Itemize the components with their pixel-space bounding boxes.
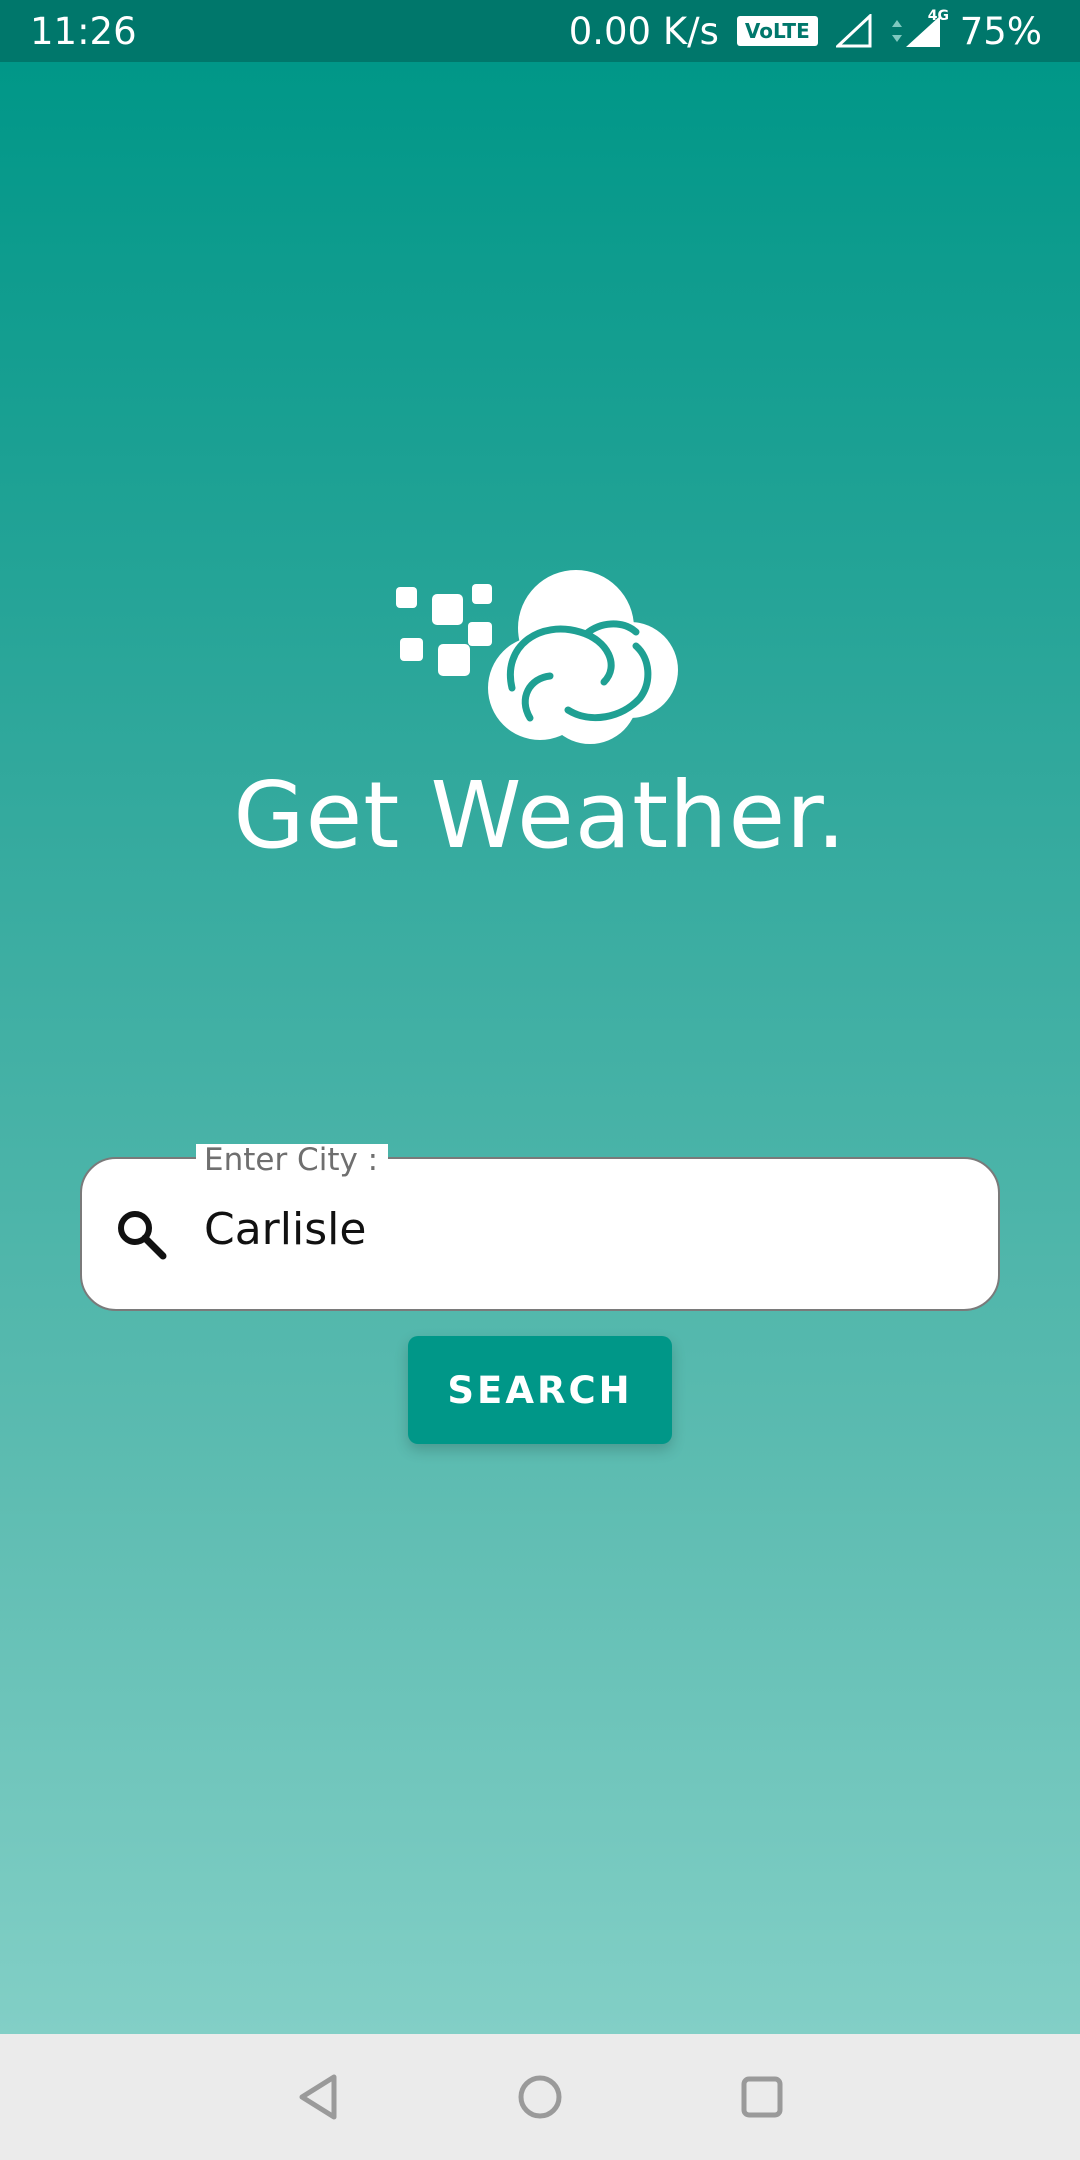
- main-area: [0, 62, 1080, 2034]
- signal-outline-icon: [835, 14, 872, 48]
- signal-4g-group: 4G: [890, 8, 949, 48]
- city-input-label-text: Enter City :: [204, 1142, 379, 1178]
- app-screen: 11:26 0.00 K/s VoLTE 4G 75% Get Weather.…: [0, 0, 1080, 2160]
- battery-percent: 75%: [959, 9, 1042, 53]
- navigation-bar: [0, 2034, 1080, 2160]
- city-input-value[interactable]: Carlisle: [204, 1198, 366, 1262]
- cloud-logo-icon: [396, 570, 678, 744]
- search-icon: [118, 1211, 167, 1260]
- city-input-label: Enter City :: [196, 1142, 389, 1178]
- status-time: 11:26: [30, 9, 137, 53]
- status-indicators: 0.00 K/s VoLTE 4G 75%: [568, 8, 1042, 53]
- home-circle-icon[interactable]: [510, 2067, 570, 2127]
- status-bar: 11:26 0.00 K/s VoLTE 4G 75%: [0, 0, 1080, 62]
- volte-badge: VoLTE: [736, 16, 818, 46]
- network-speed: 0.00 K/s: [568, 9, 719, 53]
- network-type: 4G: [927, 8, 949, 24]
- recents-square-icon[interactable]: [732, 2067, 792, 2127]
- app-title: Get Weather.: [233, 762, 847, 869]
- back-triangle-icon[interactable]: [290, 2067, 350, 2127]
- data-arrows-icon: [891, 20, 902, 42]
- search-button[interactable]: SEARCH: [408, 1336, 672, 1444]
